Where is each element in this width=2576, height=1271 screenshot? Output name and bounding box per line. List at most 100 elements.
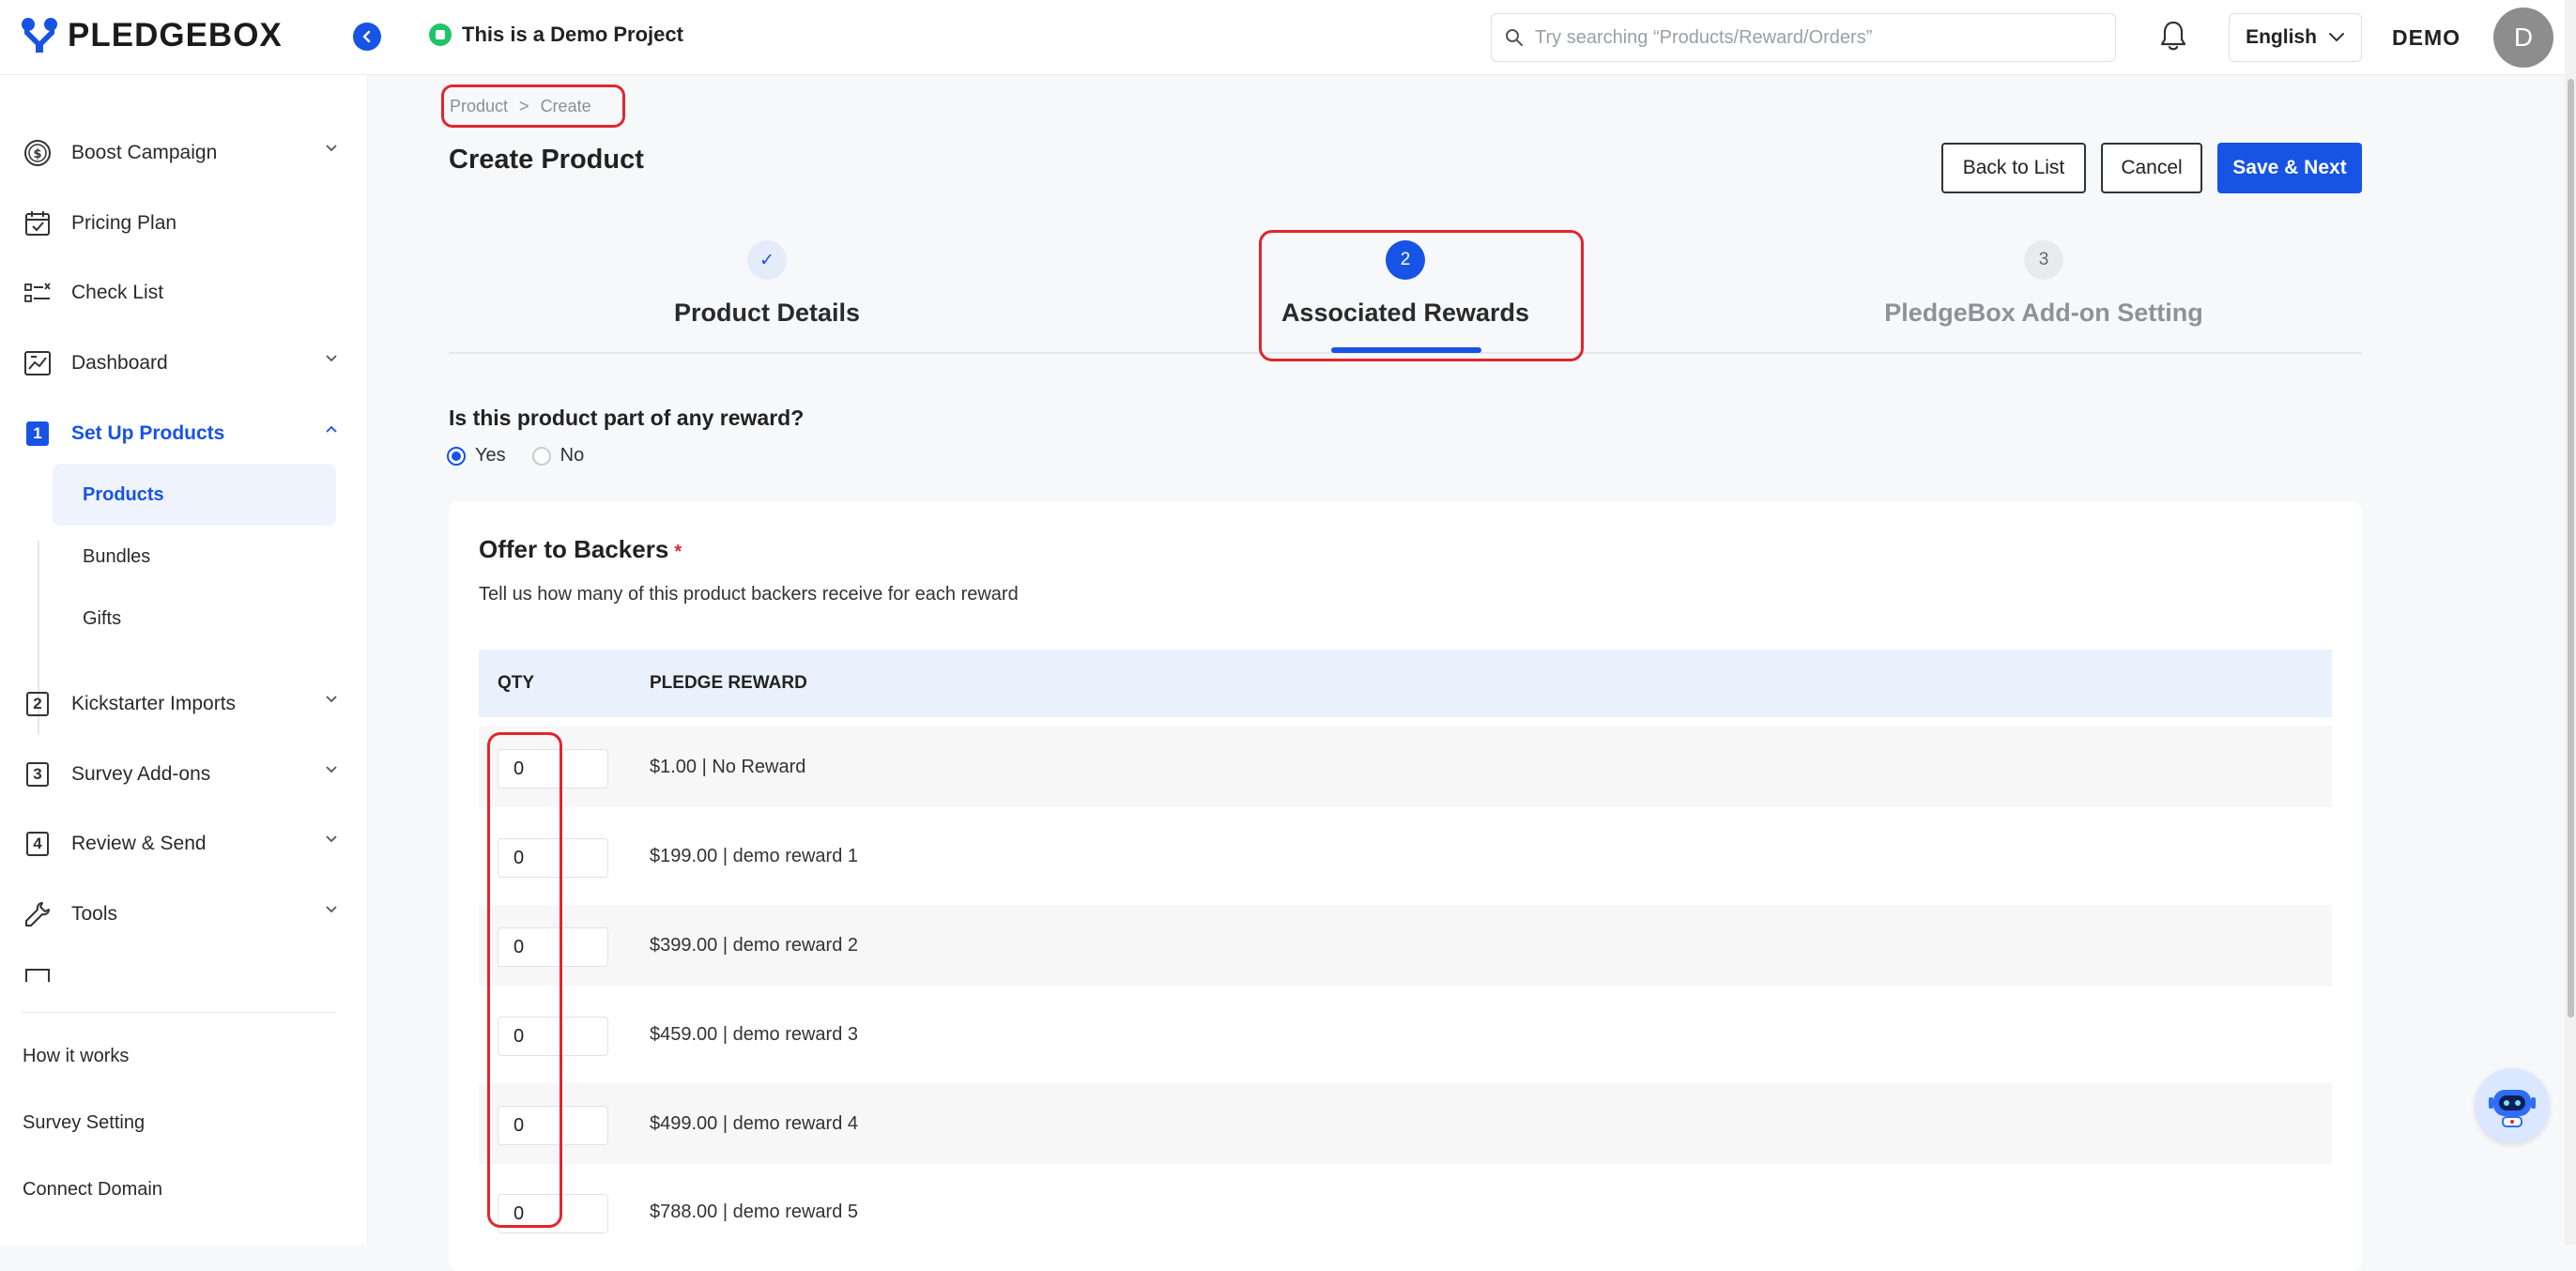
- table-row: $499.00 | demo reward 4: [479, 1083, 2332, 1164]
- table-row: $788.00 | demo reward 5: [479, 1171, 2332, 1252]
- sidebar-item-dashboard[interactable]: Dashboard: [23, 343, 338, 384]
- sidebar-subitem-gifts[interactable]: Gifts: [53, 588, 336, 650]
- step-number: 3: [26, 762, 49, 787]
- radio-yes-label[interactable]: Yes: [475, 445, 506, 467]
- sidebar-item-review-send[interactable]: 4 Review & Send: [23, 823, 338, 865]
- sidebar-item-label: Boost Campaign: [71, 142, 218, 163]
- sidebar: $ Boost Campaign Pricing Plan Check List…: [0, 75, 368, 1245]
- dashboard-chart-icon: [23, 348, 53, 378]
- step-number-icon: 4: [23, 829, 53, 859]
- table-row: $399.00 | demo reward 2: [479, 905, 2332, 986]
- sidebar-subitem-bundles[interactable]: Bundles: [53, 526, 336, 588]
- step-number: 1: [26, 421, 49, 446]
- reward-label: $788.00 | demo reward 5: [650, 1201, 859, 1222]
- save-next-button[interactable]: Save & Next: [2217, 143, 2362, 193]
- step-label: PledgeBox Add-on Setting: [1884, 299, 2203, 327]
- collapse-sidebar-button[interactable]: [353, 23, 381, 51]
- column-header-qty: QTY: [498, 673, 535, 693]
- step-product-details[interactable]: ✓ Product Details: [448, 240, 1086, 328]
- breadcrumb: Product > Create: [441, 84, 625, 128]
- page-scrollbar-thumb[interactable]: [2568, 79, 2574, 1018]
- checklist-icon: [23, 278, 53, 308]
- bell-icon: [2160, 21, 2186, 51]
- step-number: 2: [26, 692, 49, 716]
- wrench-icon: [23, 899, 53, 929]
- sidebar-item-label: Review & Send: [71, 833, 207, 854]
- store-icon: [23, 961, 53, 982]
- project-status-icon: [429, 23, 452, 46]
- step-addon-setting[interactable]: 3 PledgeBox Add-on Setting: [1725, 240, 2363, 328]
- survey-setting-link[interactable]: Survey Setting: [23, 1112, 145, 1134]
- brand-logo[interactable]: PLEDGEBOX: [21, 17, 283, 54]
- required-mark: *: [674, 542, 682, 562]
- chevron-down-icon: [326, 355, 337, 362]
- breadcrumb-separator: >: [519, 96, 529, 115]
- search-input[interactable]: [1533, 25, 2100, 50]
- annotation-highlight-step: [1259, 230, 1584, 361]
- cancel-button[interactable]: Cancel: [2101, 143, 2202, 193]
- chevron-down-icon: [326, 835, 337, 843]
- dollar-coin-icon: $: [23, 138, 53, 168]
- sidebar-item-boost-campaign[interactable]: $ Boost Campaign: [23, 132, 338, 174]
- offer-subtitle: Tell us how many of this product backers…: [479, 584, 1019, 605]
- reward-radio-group: Yes No: [447, 445, 584, 467]
- step-number-icon: 2: [23, 689, 53, 719]
- language-select[interactable]: English: [2229, 13, 2362, 62]
- reward-label: $1.00 | No Reward: [650, 756, 806, 777]
- project-indicator[interactable]: This is a Demo Project: [428, 23, 683, 47]
- sidebar-item-cut-off[interactable]: [23, 961, 338, 982]
- sidebar-subitem-products[interactable]: Products: [53, 464, 336, 526]
- step-check-icon: ✓: [747, 240, 787, 280]
- svg-text:$: $: [33, 147, 41, 161]
- reward-label: $399.00 | demo reward 2: [650, 934, 859, 956]
- sidebar-item-label: Set Up Products: [71, 422, 225, 444]
- step-number: 4: [26, 832, 49, 856]
- calendar-check-icon: [23, 208, 53, 238]
- sidebar-item-kickstarter-imports[interactable]: 2 Kickstarter Imports: [23, 683, 338, 725]
- offer-title-text: Offer to Backers: [479, 535, 669, 563]
- notifications-button[interactable]: [2157, 19, 2189, 57]
- offer-card: Offer to Backers * Tell us how many of th…: [449, 501, 2362, 1271]
- how-it-works-link[interactable]: How it works: [23, 1046, 129, 1067]
- sidebar-item-survey-add-ons[interactable]: 3 Survey Add-ons: [23, 754, 338, 795]
- chevron-down-icon: [2328, 33, 2344, 41]
- reward-label: $459.00 | demo reward 3: [650, 1023, 859, 1045]
- radio-no[interactable]: [531, 446, 551, 466]
- sidebar-item-tools[interactable]: Tools: [23, 894, 338, 935]
- avatar[interactable]: D: [2493, 8, 2553, 68]
- chevron-down-icon: [326, 766, 337, 773]
- radio-no-label[interactable]: No: [560, 445, 585, 467]
- step-number-icon: 1: [23, 419, 53, 449]
- chevron-down-icon: [326, 906, 337, 913]
- reward-label: $199.00 | demo reward 1: [650, 845, 859, 866]
- chatbot-button[interactable]: [2475, 1068, 2550, 1143]
- sidebar-item-label: Pricing Plan: [71, 212, 177, 234]
- chevron-up-icon: [326, 425, 337, 433]
- connect-domain-link[interactable]: Connect Domain: [23, 1179, 162, 1201]
- project-label: This is a Demo Project: [462, 23, 683, 46]
- step-label: Product Details: [673, 299, 861, 327]
- table-header: QTY PLEDGE REWARD: [479, 650, 2332, 717]
- sidebar-item-label: Check List: [71, 282, 164, 303]
- breadcrumb-current: Create: [540, 96, 591, 115]
- step-number-icon: 3: [23, 759, 53, 789]
- sidebar-item-pricing-plan[interactable]: Pricing Plan: [23, 203, 338, 244]
- sidebar-item-check-list[interactable]: Check List: [23, 272, 338, 314]
- pledgebox-logo-icon: [22, 18, 57, 53]
- user-name[interactable]: DEMO: [2392, 25, 2461, 51]
- sidebar-item-label: Tools: [71, 903, 118, 925]
- table-row: $1.00 | No Reward: [479, 727, 2332, 807]
- chevron-left-icon: [362, 30, 371, 43]
- language-value: English: [2246, 26, 2317, 48]
- sidebar-item-set-up-products[interactable]: 1 Set Up Products: [23, 413, 338, 454]
- breadcrumb-parent[interactable]: Product: [450, 97, 508, 116]
- search-box[interactable]: [1491, 13, 2116, 62]
- page-title: Create Product: [449, 145, 644, 175]
- column-header-pledge-reward: PLEDGE REWARD: [650, 673, 807, 693]
- radio-yes[interactable]: [447, 446, 466, 466]
- sidebar-item-label: Survey Add-ons: [71, 763, 211, 785]
- back-to-list-button[interactable]: Back to List: [1941, 143, 2086, 193]
- top-bar: PLEDGEBOX This is a Demo Project English…: [0, 0, 2576, 75]
- offer-title: Offer to Backers *: [479, 535, 682, 564]
- sidebar-item-label: Kickstarter Imports: [71, 693, 237, 714]
